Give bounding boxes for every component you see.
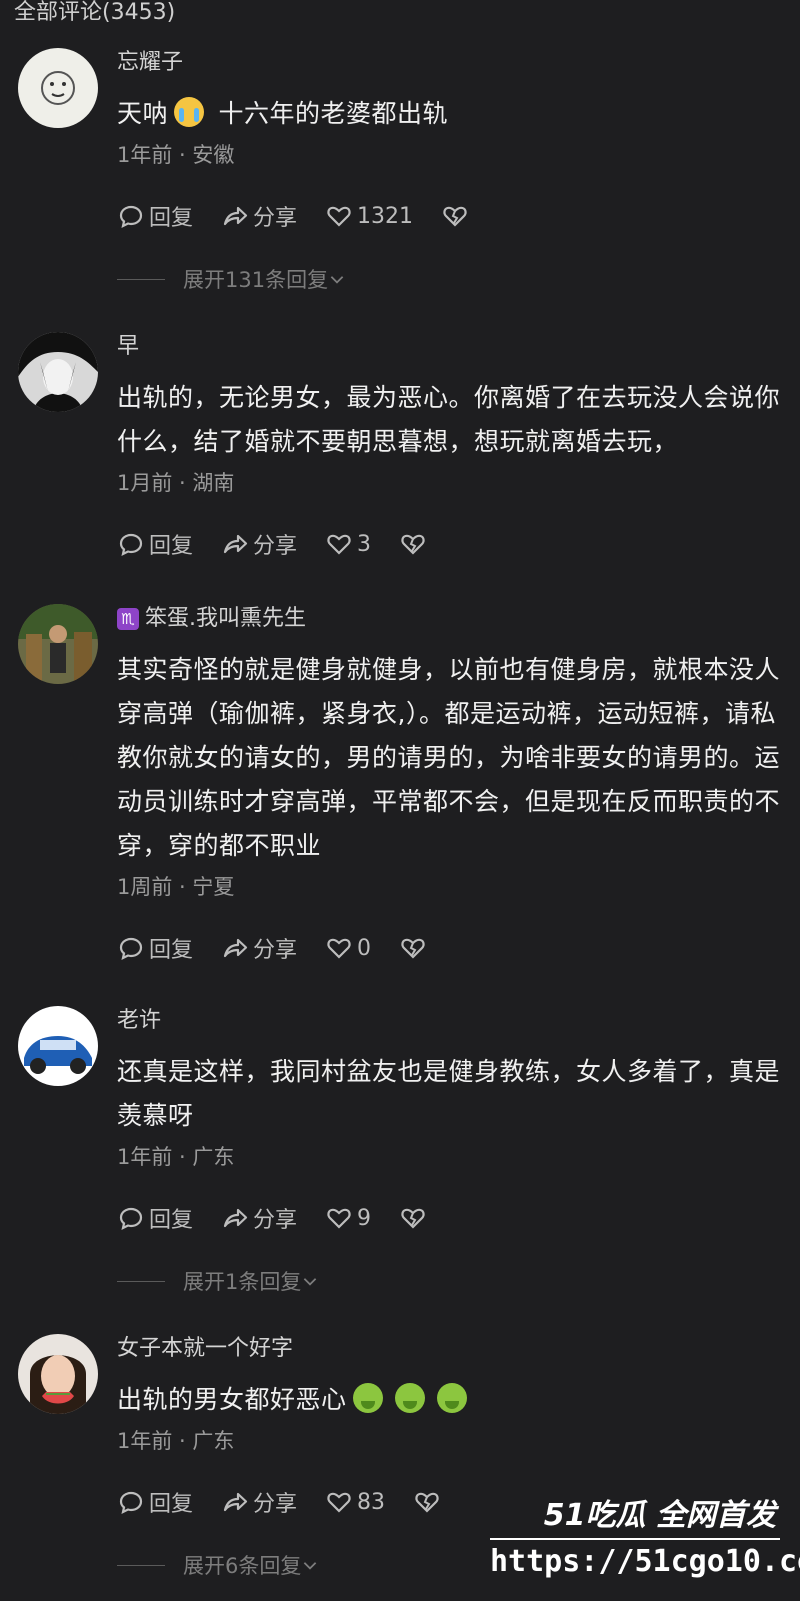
comments-header: 全部评论(3453) bbox=[14, 0, 176, 25]
comment-text: 天呐 十六年的老婆都出轨 bbox=[117, 97, 448, 128]
share-icon bbox=[223, 1492, 248, 1512]
avatar[interactable] bbox=[18, 1334, 98, 1414]
like-count: 3 bbox=[357, 531, 372, 557]
share-icon bbox=[223, 206, 248, 226]
username[interactable]: ♏ 笨蛋.我叫熏先生 bbox=[117, 604, 787, 634]
comment-text: 还真是这样，我同村盆友也是健身教练，女人多着了，真是羡慕呀 bbox=[117, 1057, 781, 1130]
heart-icon bbox=[327, 1492, 351, 1513]
share-button[interactable]: 分享 bbox=[221, 1202, 297, 1234]
divider bbox=[117, 1280, 165, 1282]
share-icon bbox=[223, 1208, 248, 1228]
dislike-button[interactable] bbox=[399, 1204, 431, 1232]
share-button[interactable]: 分享 bbox=[221, 528, 297, 560]
like-button[interactable]: 83 bbox=[325, 1488, 385, 1516]
site-watermark: 51吃瓜 全网首发 https://51cgo10.com bbox=[490, 1490, 800, 1590]
avatar[interactable] bbox=[18, 332, 98, 412]
heart-icon bbox=[327, 938, 351, 959]
comment-actions: 回复 分享 3 bbox=[117, 526, 787, 562]
reply-button[interactable]: 回复 bbox=[117, 1202, 193, 1234]
reply-icon bbox=[119, 1207, 143, 1231]
username[interactable]: 早 bbox=[117, 332, 787, 362]
username[interactable]: 老许 bbox=[117, 1006, 787, 1036]
heart-icon bbox=[327, 206, 351, 227]
broken-heart-icon bbox=[401, 1208, 425, 1229]
share-button[interactable]: 分享 bbox=[221, 1486, 297, 1518]
like-button[interactable]: 1321 bbox=[325, 202, 413, 230]
broken-heart-icon bbox=[401, 534, 425, 555]
username[interactable]: 女子本就一个好字 bbox=[117, 1334, 787, 1364]
username[interactable]: 忘耀子 bbox=[117, 48, 787, 78]
share-icon bbox=[223, 534, 248, 554]
divider bbox=[117, 1564, 165, 1566]
comment-meta: 1周前 · 宁夏 bbox=[117, 875, 235, 899]
comment-meta: 1年前 · 安徽 bbox=[117, 143, 235, 167]
reply-button[interactable]: 回复 bbox=[117, 1486, 193, 1518]
comment-actions: 回复 分享 0 bbox=[117, 930, 787, 966]
avatar[interactable] bbox=[18, 604, 98, 684]
comment-actions: 回复 分享 1321 bbox=[117, 198, 787, 234]
nauseated-emoji-icon bbox=[352, 1383, 383, 1413]
reply-button[interactable]: 回复 bbox=[117, 932, 193, 964]
watermark-divider bbox=[490, 1538, 780, 1540]
comment-text: 出轨的，无论男女，最为恶心。你离婚了在去玩没人会说你什么，结了婚就不要朝思暮想，… bbox=[117, 383, 781, 456]
comment-actions: 回复 分享 9 bbox=[117, 1200, 787, 1236]
avatar[interactable] bbox=[18, 48, 98, 128]
divider bbox=[117, 278, 165, 280]
share-button[interactable]: 分享 bbox=[221, 200, 297, 232]
like-button[interactable]: 3 bbox=[325, 530, 371, 558]
expand-replies[interactable]: 展开131条回复 bbox=[117, 264, 787, 294]
share-icon bbox=[223, 938, 248, 958]
crying-emoji-icon bbox=[174, 97, 205, 127]
heart-icon bbox=[327, 534, 351, 555]
chevron-down-icon bbox=[304, 1278, 317, 1286]
watermark-url: https://51cgo10.com bbox=[490, 1544, 800, 1579]
comment-meta: 1年前 · 广东 bbox=[117, 1429, 235, 1453]
watermark-brand: 51吃瓜 全网首发 bbox=[543, 1498, 776, 1533]
comment-text: 其实奇怪的就是健身就健身，以前也有健身房，就根本没人穿高弹（瑜伽裤，紧身衣,）。… bbox=[117, 655, 781, 860]
like-count: 1321 bbox=[357, 203, 414, 229]
reply-icon bbox=[119, 205, 143, 229]
comment-meta: 1年前 · 广东 bbox=[117, 1145, 235, 1169]
chevron-down-icon bbox=[330, 276, 344, 284]
reply-button[interactable]: 回复 bbox=[117, 200, 193, 232]
like-count: 0 bbox=[357, 935, 372, 961]
broken-heart-icon bbox=[415, 1492, 439, 1513]
dislike-button[interactable] bbox=[399, 530, 431, 558]
broken-heart-icon bbox=[401, 938, 425, 959]
broken-heart-icon bbox=[443, 206, 467, 227]
comment-meta: 1月前 · 湖南 bbox=[117, 471, 235, 495]
reply-button[interactable]: 回复 bbox=[117, 528, 193, 560]
dislike-button[interactable] bbox=[441, 202, 473, 230]
nauseated-emoji-icon bbox=[436, 1383, 467, 1413]
scorpio-icon: ♏ bbox=[117, 608, 139, 630]
dislike-button[interactable] bbox=[413, 1488, 445, 1516]
reply-icon bbox=[119, 533, 143, 557]
reply-icon bbox=[119, 1491, 143, 1515]
like-button[interactable]: 9 bbox=[325, 1204, 371, 1232]
heart-icon bbox=[327, 1208, 351, 1229]
share-button[interactable]: 分享 bbox=[221, 932, 297, 964]
expand-replies[interactable]: 展开1条回复 bbox=[117, 1266, 787, 1296]
avatar[interactable] bbox=[18, 1006, 98, 1086]
dislike-button[interactable] bbox=[399, 934, 431, 962]
comment-text: 出轨的男女都好恶心 bbox=[117, 1378, 787, 1422]
chevron-down-icon bbox=[304, 1562, 317, 1570]
like-count: 9 bbox=[357, 1205, 372, 1231]
like-count: 83 bbox=[357, 1489, 386, 1515]
nauseated-emoji-icon bbox=[394, 1383, 425, 1413]
like-button[interactable]: 0 bbox=[325, 934, 371, 962]
reply-icon bbox=[119, 937, 143, 961]
